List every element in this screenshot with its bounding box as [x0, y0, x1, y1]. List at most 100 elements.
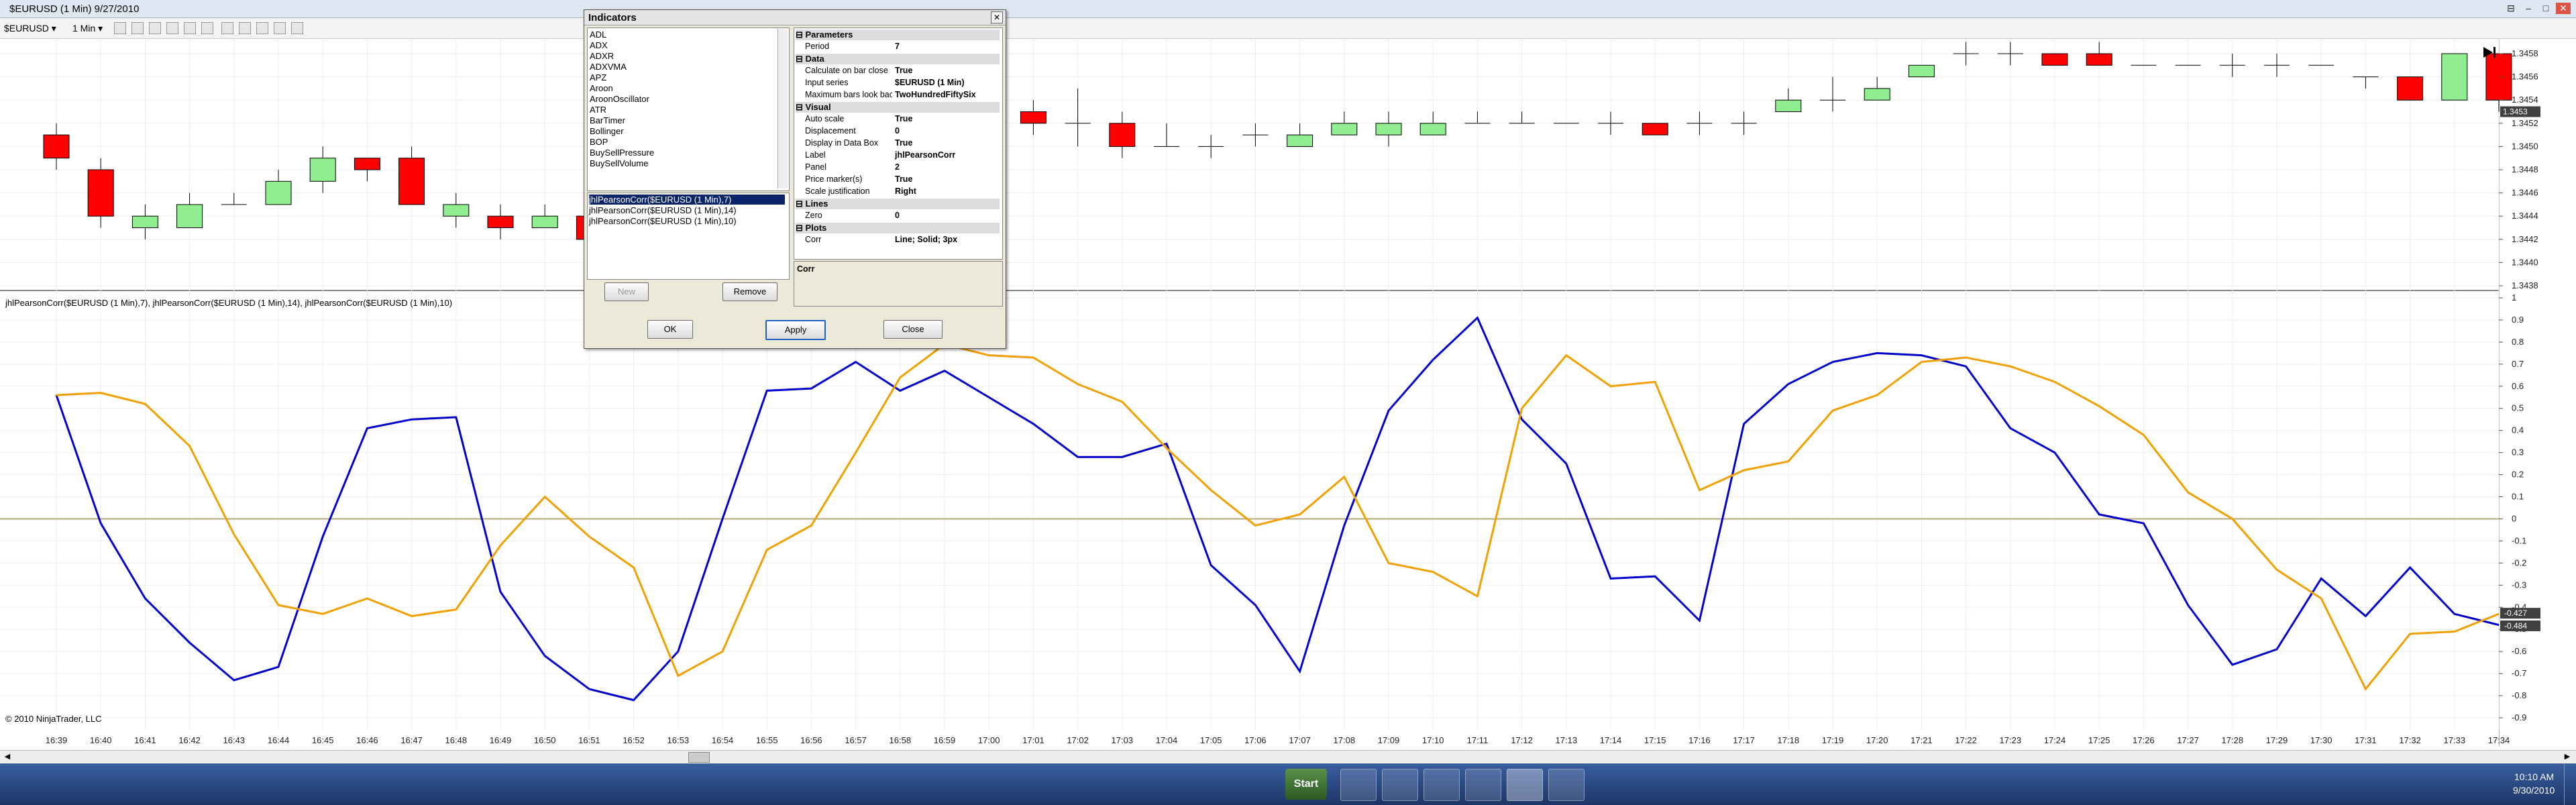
property-value[interactable]: True — [895, 114, 912, 123]
property-description: Corr — [794, 261, 1003, 307]
property-value[interactable]: 7 — [895, 42, 900, 51]
interval-selector[interactable]: 1 Min ▾ — [72, 21, 103, 35]
properties-icon[interactable] — [201, 22, 213, 34]
drawing-tools-icon[interactable] — [131, 22, 144, 34]
property-grid[interactable]: ⊟ Parameters Period 7 ⊟ Data Calculate on ba… — [794, 28, 1003, 260]
horizontal-scrollbar[interactable]: ◀ ▶ — [0, 750, 2576, 763]
indicator-list-item[interactable]: AroonOscillator — [590, 94, 649, 104]
apply-button[interactable]: Apply — [765, 320, 826, 340]
property-value[interactable]: True — [895, 174, 912, 184]
time-axis-label: 17:32 — [2399, 735, 2421, 745]
indicator-list-scrollbar[interactable] — [777, 29, 788, 189]
time-axis-label: 16:55 — [756, 735, 778, 745]
indicator-list-item[interactable]: APZ — [590, 72, 606, 83]
snapshot-icon[interactable] — [256, 22, 268, 34]
price-axis-label: 1.3458 — [2512, 48, 2538, 58]
applied-indicators-list[interactable]: jhlPearsonCorr($EURUSD (1 Min),7) jhlPear… — [587, 193, 790, 280]
zoom-icon[interactable] — [166, 22, 178, 34]
property-value[interactable]: Right — [895, 186, 916, 196]
candle-down — [1109, 123, 1136, 147]
property-value[interactable]: TwoHundredFiftySix — [895, 90, 976, 99]
start-button[interactable]: Start — [1285, 769, 1327, 800]
dialog-close-icon[interactable]: ✕ — [991, 11, 1003, 23]
property-value[interactable]: Line; Solid; 3px — [895, 235, 957, 244]
property-value[interactable]: 2 — [895, 162, 900, 172]
indicator-list-item[interactable]: BuySellVolume — [590, 158, 648, 168]
scrollbar-thumb[interactable] — [688, 752, 710, 763]
osc-axis-label: -0.2 — [2512, 557, 2526, 568]
internet-explorer-icon[interactable] — [1340, 769, 1377, 801]
time-axis-label: 17:26 — [2133, 735, 2155, 745]
instrument-selector[interactable]: $EURUSD ▾ — [4, 21, 56, 35]
dialog-close-button[interactable]: Close — [883, 320, 943, 339]
indicator-list-item[interactable]: ADX — [590, 40, 608, 50]
chart-style-icon[interactable] — [114, 22, 126, 34]
paint-icon[interactable] — [1548, 769, 1585, 801]
time-axis-label: 16:41 — [134, 735, 156, 745]
indicators-icon[interactable] — [184, 22, 196, 34]
property-value[interactable]: True — [895, 66, 912, 75]
candle-down — [87, 169, 114, 217]
strategies-icon[interactable] — [221, 22, 233, 34]
scroll-left-icon[interactable]: ◀ — [3, 752, 12, 761]
applied-indicator-item[interactable]: jhlPearsonCorr($EURUSD (1 Min),10) — [589, 216, 785, 226]
candle-up — [309, 158, 336, 182]
chart-canvas[interactable]: 16:39 16:40 16:41 16:42 16:43 16:44 16:45 16:46… — [0, 39, 2576, 760]
crosshair-icon[interactable] — [149, 22, 161, 34]
indicator-list-item[interactable]: ADL — [590, 30, 606, 40]
indicator-list-item[interactable]: BarTimer — [590, 115, 625, 125]
time-axis-label: 17:07 — [1289, 735, 1311, 745]
property-section[interactable]: ⊟ Data — [796, 54, 1000, 64]
property-value[interactable]: $EURUSD (1 Min) — [895, 78, 964, 87]
property-value[interactable]: jhlPearsonCorr — [895, 150, 955, 160]
property-section[interactable]: ⊟ Lines — [796, 199, 1000, 209]
close-button[interactable]: ✕ — [2556, 3, 2571, 14]
osc-axis-label: -0.9 — [2512, 712, 2526, 722]
indicator-list-item[interactable]: Bollinger — [590, 126, 624, 136]
copy-icon[interactable] — [291, 22, 303, 34]
minimize-button[interactable]: – — [2521, 3, 2536, 14]
applied-indicator-item[interactable]: jhlPearsonCorr($EURUSD (1 Min),7) — [589, 195, 785, 205]
windows-taskbar: Start 10:10 AM 9/30/2010 — [0, 763, 2576, 805]
time-axis-label: 17:05 — [1200, 735, 1222, 745]
maximize-button[interactable]: □ — [2538, 3, 2553, 14]
applied-indicator-item[interactable]: jhlPearsonCorr($EURUSD (1 Min),14) — [589, 205, 785, 215]
candle-down — [2041, 53, 2068, 66]
indicator-list-item[interactable]: ADXVMA — [590, 62, 627, 72]
indicator-list-item[interactable]: Aroon — [590, 83, 613, 93]
scroll-right-icon[interactable]: ▶ — [2563, 752, 2572, 761]
osc-axis-label: 1 — [2512, 292, 2516, 303]
time-axis-label: 16:47 — [400, 735, 423, 745]
candle-up — [176, 204, 203, 228]
property-section[interactable]: ⊟ Plots — [796, 223, 1000, 233]
indicator-list[interactable]: ADL ADX ADXR ADXVMA APZ Aroon AroonOscillator A… — [587, 28, 790, 191]
property-name: Zero — [805, 211, 822, 220]
window-linking-icon[interactable] — [274, 22, 286, 34]
time-axis-label: 17:06 — [1244, 735, 1267, 745]
price-axis-label: 1.3438 — [2512, 280, 2538, 290]
app-icon[interactable] — [1465, 769, 1501, 801]
time-axis-label: 16:51 — [578, 735, 600, 745]
property-value[interactable]: 0 — [895, 126, 900, 136]
virtualbox-icon[interactable] — [1424, 769, 1460, 801]
property-value[interactable]: 0 — [895, 211, 900, 220]
indicator-list-item[interactable]: BOP — [590, 137, 608, 147]
indicator-list-item[interactable]: BuySellPressure — [590, 148, 654, 158]
property-section[interactable]: ⊟ Parameters — [796, 30, 1000, 40]
data-box-icon[interactable] — [239, 22, 251, 34]
property-section[interactable]: ⊟ Visual — [796, 102, 1000, 113]
time-axis-label: 17:14 — [1600, 735, 1622, 745]
show-desktop-button[interactable] — [2564, 763, 2576, 805]
indicator-list-item[interactable]: ADXR — [590, 51, 614, 61]
folder-icon[interactable] — [1382, 769, 1418, 801]
ok-button[interactable]: OK — [647, 320, 693, 339]
tray-icons[interactable] — [2432, 773, 2513, 796]
candle-up — [1287, 134, 1313, 147]
remove-button[interactable]: Remove — [722, 282, 777, 301]
indicator-list-item[interactable]: ATR — [590, 105, 606, 115]
new-button[interactable]: New — [604, 282, 649, 301]
copyright-text: © 2010 NinjaTrader, LLC — [5, 714, 102, 724]
restore-small-icon[interactable]: ⊟ — [2504, 3, 2518, 14]
property-value[interactable]: True — [895, 138, 912, 148]
ninjatrader-icon[interactable] — [1507, 769, 1543, 801]
